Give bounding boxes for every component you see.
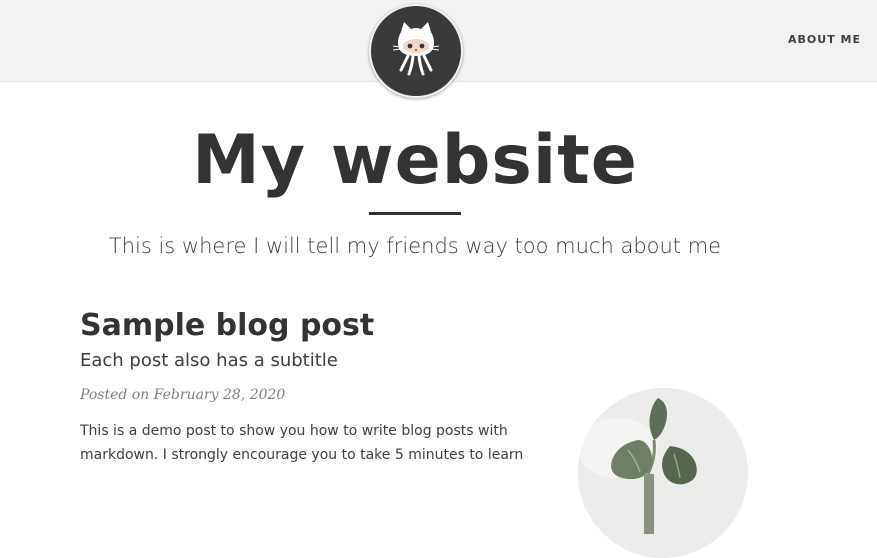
site-subtitle: This is where I will tell my friends way… [108,234,722,258]
post-excerpt: This is a demo post to show you how to w… [80,423,524,463]
avatar[interactable] [369,4,463,98]
site-title: My website [192,121,638,200]
plant-leaf-photo [578,388,748,558]
nav-link-about-me[interactable]: ABOUT ME [788,33,861,46]
title-divider [369,212,461,215]
post-title-link[interactable]: Sample blog post [80,305,780,347]
post-subtitle: Each post also has a subtitle [80,350,338,371]
github-octocat-icon [392,22,440,76]
post-thumbnail[interactable] [578,388,748,558]
